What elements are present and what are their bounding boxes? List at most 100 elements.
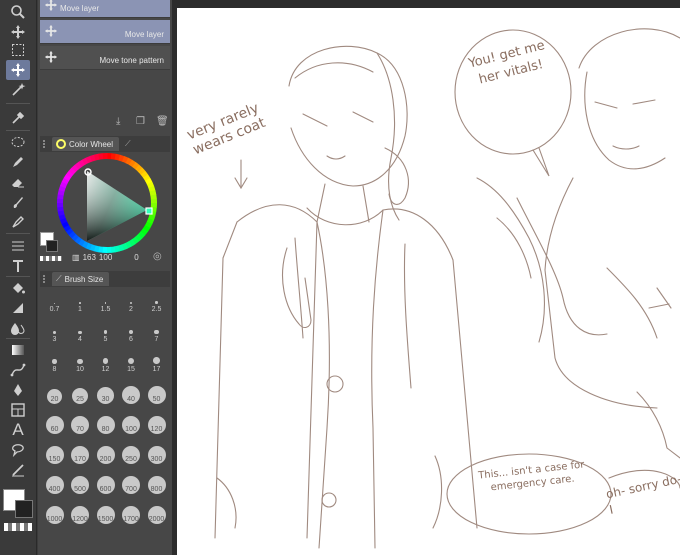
brush-size-option[interactable]: 800: [144, 466, 169, 494]
brush-size-label: 1500: [97, 516, 114, 523]
brush-size-label: 150: [48, 456, 61, 463]
brush-icon[interactable]: [6, 192, 30, 212]
color-mode-icon[interactable]: ◎: [153, 251, 162, 262]
duplicate-icon[interactable]: ❐: [136, 116, 148, 128]
brush-size-option[interactable]: 1.5: [93, 286, 118, 314]
brush-size-option[interactable]: 250: [119, 436, 144, 464]
brush-size-option[interactable]: 500: [68, 466, 93, 494]
brush-size-option[interactable]: 6: [119, 316, 144, 344]
canvas-area[interactable]: very rarely wears coat You! get me her v…: [172, 0, 680, 555]
brush-size-label: 40: [127, 396, 135, 403]
transparent-swatch-small[interactable]: [40, 256, 62, 261]
brush-size-dot: [153, 357, 160, 364]
panel-grip-icon[interactable]: [43, 275, 49, 283]
figure-icon[interactable]: [6, 298, 30, 318]
brush-size-option[interactable]: 5: [93, 316, 118, 344]
brush-size-option[interactable]: 1000: [42, 496, 67, 524]
brush-size-option[interactable]: 8: [42, 346, 67, 374]
sub-color-swatch-small[interactable]: [46, 240, 58, 252]
brush-size-option[interactable]: 40: [119, 376, 144, 404]
brush-size-option[interactable]: 150: [42, 436, 67, 464]
magic-wand-icon[interactable]: [6, 80, 30, 100]
brush-size-option[interactable]: 60: [42, 406, 67, 434]
balloon-icon[interactable]: [6, 440, 30, 460]
brush-size-dot: [104, 302, 107, 304]
eyedropper-icon[interactable]: [6, 108, 30, 128]
move-icon: [44, 50, 58, 64]
frame-icon[interactable]: [6, 400, 30, 420]
brush-size-option[interactable]: 0.7: [42, 286, 67, 314]
brush-size-option[interactable]: 2: [119, 286, 144, 314]
hue-value: 163: [82, 253, 96, 262]
gradient-icon[interactable]: [6, 340, 30, 360]
brush-size-option[interactable]: 30: [93, 376, 118, 404]
zoom-icon[interactable]: [6, 2, 30, 22]
brush-size-option[interactable]: 3: [42, 316, 67, 344]
curve-icon[interactable]: [6, 360, 30, 380]
brush-size-label: 600: [99, 486, 112, 493]
brush-size-option[interactable]: 700: [119, 466, 144, 494]
pen-tab-icon[interactable]: ⟋: [125, 139, 131, 149]
brush-size-dot: [52, 359, 57, 364]
brush-size-option[interactable]: 1500: [93, 496, 118, 524]
brush-size-label: 2.5: [151, 306, 162, 313]
brush-size-label: 3: [52, 336, 57, 343]
panel-grip-icon[interactable]: [43, 140, 49, 148]
text-tool-icon[interactable]: [6, 256, 30, 276]
ruler-pen-icon[interactable]: [6, 460, 30, 480]
gradient-lines-icon[interactable]: [6, 236, 30, 256]
brush-size-option[interactable]: 25: [68, 376, 93, 404]
brush-size-option[interactable]: 120: [144, 406, 169, 434]
eraser-icon[interactable]: [6, 172, 30, 192]
brush-size-option[interactable]: 15: [119, 346, 144, 374]
text-icon[interactable]: A: [6, 420, 30, 440]
brush-size-option[interactable]: 2.5: [144, 286, 169, 314]
brush-size-option[interactable]: 200: [93, 436, 118, 464]
transparent-color-swatch[interactable]: [4, 523, 32, 531]
brush-size-option[interactable]: 7: [144, 316, 169, 344]
hue-picker[interactable]: [145, 207, 153, 215]
blend-icon[interactable]: [6, 318, 30, 338]
move-layer-tool-icon[interactable]: [6, 60, 30, 80]
brush-size-option[interactable]: 400: [42, 466, 67, 494]
brush-size-option[interactable]: 1: [68, 286, 93, 314]
brush-size-option[interactable]: 4: [68, 316, 93, 344]
export-icon[interactable]: ⤓: [116, 116, 128, 128]
drawing-canvas[interactable]: very rarely wears coat You! get me her v…: [177, 8, 680, 555]
brush-size-dot: [53, 331, 56, 334]
pen-icon[interactable]: [6, 152, 30, 172]
lasso-fill-icon[interactable]: [6, 132, 30, 152]
tab-brush-size[interactable]: ⟋ Brush Size: [52, 272, 110, 286]
brush-size-label: 15: [127, 366, 135, 373]
sub-tool-move-layer-selected[interactable]: Move layer: [40, 20, 170, 44]
fill-icon[interactable]: [6, 278, 30, 298]
vector-pen-icon[interactable]: [6, 380, 30, 400]
brush-size-option[interactable]: 50: [144, 376, 169, 404]
saturation-value: 100: [98, 253, 113, 262]
brush-size-option[interactable]: 20: [42, 376, 67, 404]
tab-label: Color Wheel: [69, 139, 114, 149]
trash-icon[interactable]: 🗑: [156, 116, 169, 128]
brush-size-option[interactable]: 1700: [119, 496, 144, 524]
brush-size-option[interactable]: 1200: [68, 496, 93, 524]
brush-size-dot: [129, 301, 133, 304]
brush-size-option[interactable]: 170: [68, 436, 93, 464]
brush-size-option[interactable]: 2000: [144, 496, 169, 524]
move-icon[interactable]: [6, 22, 30, 42]
brush-size-option[interactable]: 80: [93, 406, 118, 434]
brush-size-dot: [79, 302, 81, 304]
selection-icon[interactable]: [6, 40, 30, 60]
brush-size-option[interactable]: 70: [68, 406, 93, 434]
brush-size-option[interactable]: 100: [119, 406, 144, 434]
brush-size-option[interactable]: 17: [144, 346, 169, 374]
decoration-icon[interactable]: [6, 212, 30, 232]
color-wheel[interactable]: [57, 153, 157, 253]
brush-size-option[interactable]: 10: [68, 346, 93, 374]
sub-tool-move-layer[interactable]: Move layer: [40, 0, 170, 18]
tab-color-wheel[interactable]: Color Wheel: [52, 137, 120, 151]
brush-size-option[interactable]: 12: [93, 346, 118, 374]
brush-size-option[interactable]: 600: [93, 466, 118, 494]
brush-size-option[interactable]: 300: [144, 436, 169, 464]
sub-color-swatch[interactable]: [15, 500, 33, 518]
sub-tool-move-tone-pattern[interactable]: Move tone pattern: [40, 46, 170, 70]
